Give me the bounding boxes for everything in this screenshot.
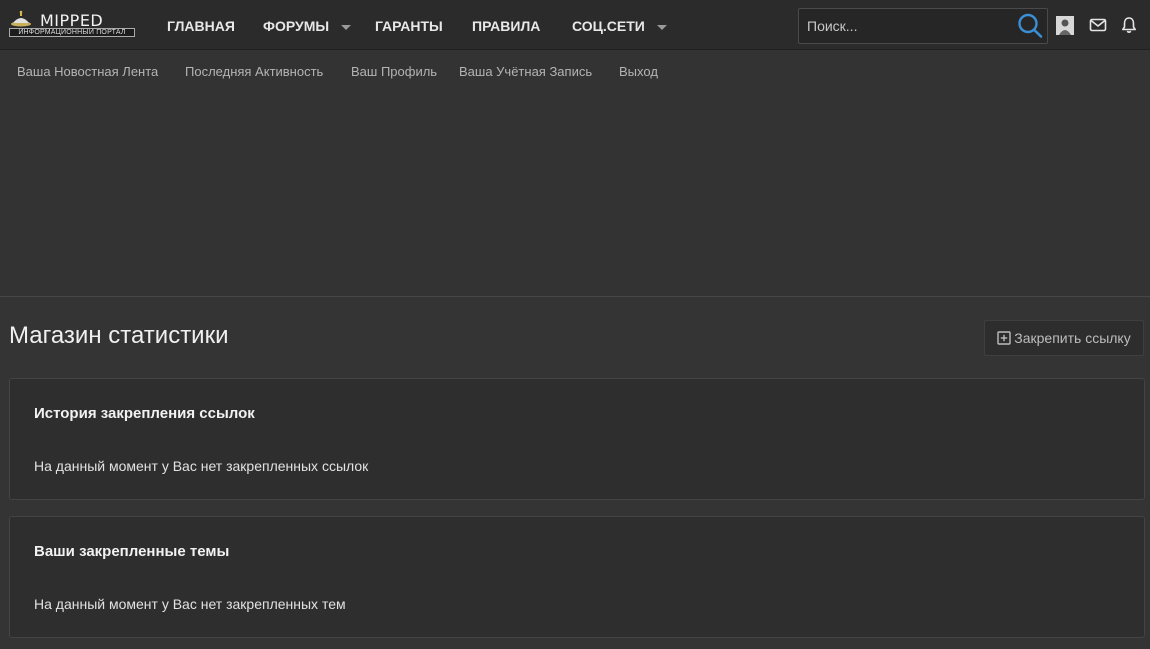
block-empty-text: На данный момент у Вас нет закрепленных … — [34, 458, 369, 474]
nav-forums-label: ФОРУМЫ — [263, 18, 330, 34]
block-title: История закрепления ссылок — [34, 405, 255, 422]
block-empty-text: На данный момент у Вас нет закрепленных … — [34, 596, 346, 612]
subnav-account[interactable]: Ваша Учётная Запись — [459, 64, 592, 79]
subnav-news-feed[interactable]: Ваша Новостная Лента — [17, 64, 158, 79]
user-avatar[interactable] — [1056, 16, 1074, 35]
subnav-logout[interactable]: Выход — [619, 64, 658, 79]
subnav-latest-activity[interactable]: Последняя Активность — [185, 64, 323, 79]
site-logo[interactable]: MIPPED ИНФОРМАЦИОННЫЙ ПОРТАЛ — [8, 10, 136, 38]
account-subnav: Ваша Новостная Лента Последняя Активност… — [0, 51, 1150, 297]
nav-guarantors-label: ГАРАНТЫ — [375, 18, 443, 34]
logo-tagline: ИНФОРМАЦИОННЫЙ ПОРТАЛ — [9, 28, 135, 37]
page-title: Магазин статистики — [9, 322, 229, 349]
messages-button[interactable] — [1089, 17, 1107, 33]
nav-home[interactable]: ГЛАВНАЯ — [167, 0, 235, 50]
nav-forums[interactable]: ФОРУМЫ — [263, 0, 352, 50]
search-box — [798, 8, 1048, 44]
dome-logo-icon — [11, 10, 31, 27]
link-history-block: История закрепления ссылок На данный мом… — [9, 378, 1145, 500]
bell-icon — [1122, 17, 1136, 33]
subnav-profile[interactable]: Ваш Профиль — [351, 64, 437, 79]
nav-social[interactable]: СОЦ.СЕТИ — [572, 0, 667, 50]
envelope-icon — [1089, 18, 1107, 32]
nav-social-label: СОЦ.СЕТИ — [572, 18, 645, 34]
chevron-down-icon[interactable] — [656, 24, 667, 30]
notifications-button[interactable] — [1121, 16, 1137, 34]
nav-rules-label: ПРАВИЛА — [472, 18, 541, 34]
search-input[interactable] — [799, 9, 1009, 43]
chevron-down-icon[interactable] — [341, 24, 352, 30]
search-icon — [1018, 13, 1043, 38]
plus-square-icon — [997, 331, 1011, 345]
nav-home-label: ГЛАВНАЯ — [167, 18, 235, 34]
avatar-icon — [1056, 16, 1074, 35]
top-navigation-bar: MIPPED ИНФОРМАЦИОННЫЙ ПОРТАЛ ГЛАВНАЯ ФОР… — [0, 0, 1150, 50]
pin-link-button-label: Закрепить ссылку — [1014, 330, 1131, 346]
pinned-topics-block: Ваши закрепленные темы На данный момент … — [9, 516, 1145, 638]
nav-guarantors[interactable]: ГАРАНТЫ — [375, 0, 443, 50]
pin-link-button[interactable]: Закрепить ссылку — [984, 320, 1144, 356]
block-title: Ваши закрепленные темы — [34, 543, 230, 560]
search-button[interactable] — [1015, 11, 1045, 41]
nav-rules[interactable]: ПРАВИЛА — [472, 0, 540, 50]
